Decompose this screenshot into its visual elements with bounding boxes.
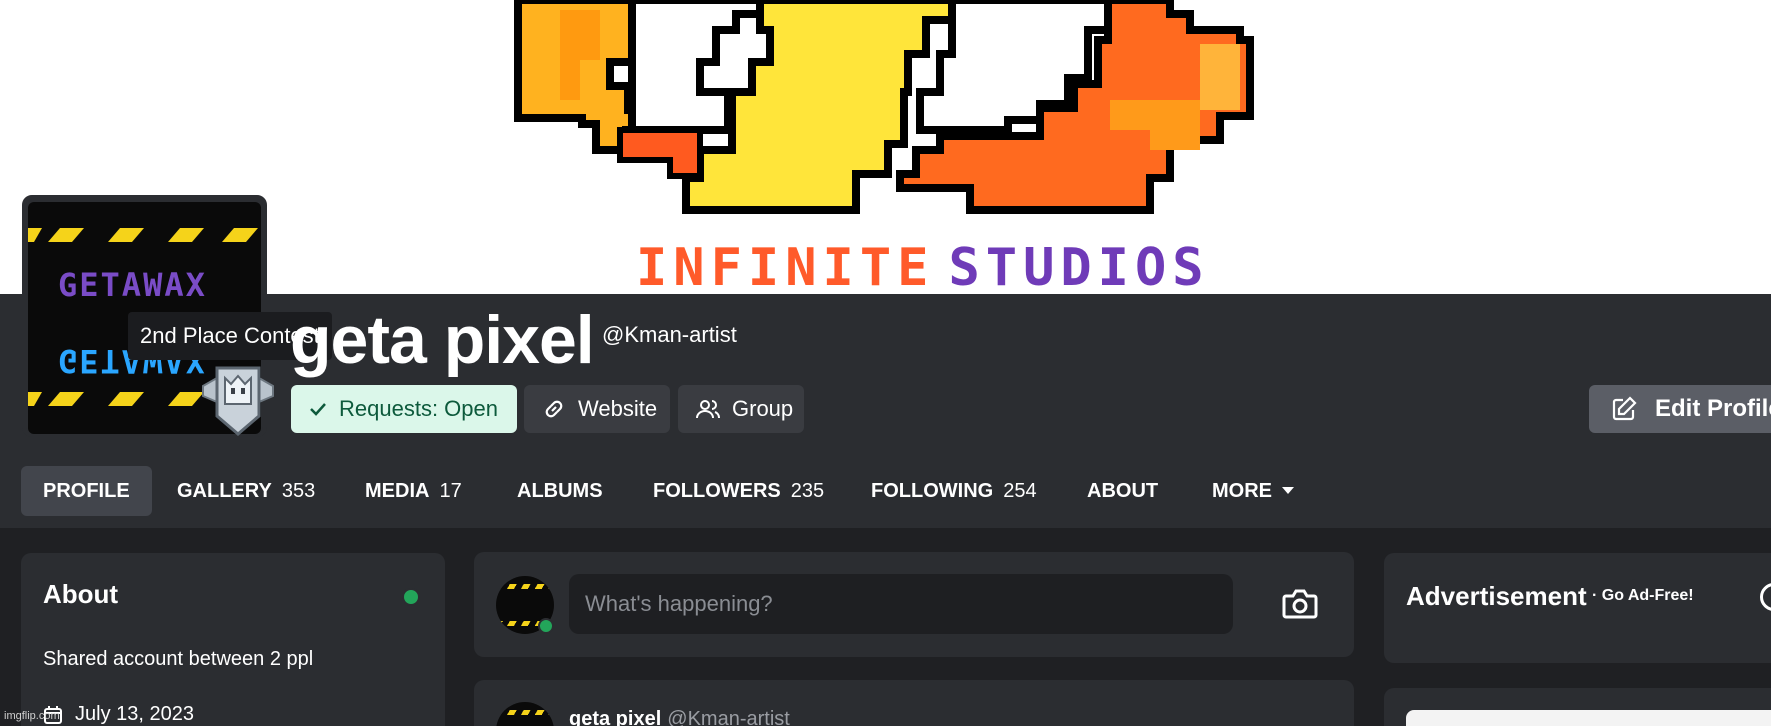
- advertisement-title: Advertisement: [1406, 581, 1587, 611]
- website-label: Website: [578, 396, 658, 421]
- tab-about[interactable]: ABOUT: [1065, 466, 1180, 516]
- about-bio: Shared account between 2 ppl: [43, 648, 314, 670]
- website-button[interactable]: Website: [524, 385, 670, 433]
- tab-label: GALLERY: [177, 480, 272, 502]
- banner-logo-text: INFINITE STUDIOS: [636, 238, 1210, 294]
- hazard-stripe-top: [28, 228, 258, 242]
- ad-slot[interactable]: [1406, 710, 1771, 726]
- avatar-text-top: GETAWAX: [58, 266, 207, 304]
- tab-followers[interactable]: FOLLOWERS 235: [631, 466, 846, 516]
- username[interactable]: @Kman-artist: [602, 322, 737, 348]
- edit-profile-label: Edit Profile: [1655, 395, 1771, 422]
- tab-count: 254: [1003, 480, 1037, 502]
- group-button[interactable]: Group: [678, 385, 804, 433]
- tab-label: PROFILE: [43, 480, 130, 502]
- requests-open-chip[interactable]: Requests: Open: [291, 385, 517, 433]
- link-icon: [545, 400, 563, 418]
- help-icon[interactable]: [1760, 583, 1771, 611]
- post-card: geta pixel @Kman-artist: [474, 680, 1354, 726]
- tab-label: ABOUT: [1087, 480, 1159, 502]
- join-date: July 13, 2023: [43, 703, 194, 726]
- ad-slot-card: [1384, 688, 1771, 726]
- users-icon: [696, 400, 720, 419]
- tab-count: 235: [790, 480, 825, 502]
- post-author[interactable]: geta pixel @Kman-artist: [569, 708, 790, 726]
- tab-media[interactable]: MEDIA 17: [343, 466, 484, 516]
- tab-label: MEDIA: [365, 480, 430, 502]
- tab-count: 17: [439, 480, 462, 502]
- chevron-down-icon: [1282, 486, 1294, 494]
- whats-happening-input[interactable]: [569, 574, 1233, 634]
- banner-word-infinite: INFINITE: [636, 238, 935, 294]
- tab-label: ALBUMS: [517, 480, 603, 502]
- watermark: imgflip.com: [4, 710, 60, 722]
- tab-label: FOLLOWERS: [653, 480, 781, 502]
- post-author-name: geta pixel: [569, 708, 662, 726]
- tab-gallery[interactable]: GALLERY 353: [155, 466, 337, 516]
- online-status-icon: [402, 588, 420, 606]
- tab-albums[interactable]: ALBUMS: [495, 466, 625, 516]
- group-label: Group: [732, 396, 794, 421]
- edit-icon: [1612, 396, 1637, 421]
- join-date-text: July 13, 2023: [75, 703, 194, 725]
- post-author-handle: @Kman-artist: [667, 708, 790, 726]
- display-name: geta pixel: [290, 302, 595, 378]
- profile-tabs: PROFILE GALLERY 353 MEDIA 17 ALBUMS FOLLOW…: [0, 460, 1771, 528]
- tab-following[interactable]: FOLLOWING 254: [849, 466, 1059, 516]
- tab-label: MORE: [1212, 480, 1272, 502]
- composer-online-icon: [538, 618, 554, 634]
- tab-count: 353: [281, 480, 316, 502]
- about-card: About Shared account between 2 ppl July …: [21, 553, 445, 726]
- tab-label: FOLLOWING: [871, 480, 994, 502]
- about-title: About: [43, 579, 119, 609]
- go-ad-free-link[interactable]: · Go Ad-Free!: [1592, 587, 1694, 605]
- check-icon: [310, 403, 326, 416]
- post-composer: [474, 552, 1354, 657]
- profile-page: INFINITE STUDIOS GETAWAX GETAWAX 2nd Plac: [0, 0, 1771, 726]
- advertisement-card: Advertisement · Go Ad-Free!: [1384, 553, 1771, 663]
- trophy-badge-icon[interactable]: [195, 362, 281, 444]
- banner-word-studios: STUDIOS: [948, 238, 1210, 294]
- tab-more[interactable]: MORE: [1190, 466, 1316, 516]
- requests-label: Requests: Open: [339, 396, 498, 421]
- post-avatar[interactable]: [496, 702, 554, 726]
- tab-profile[interactable]: PROFILE: [21, 466, 152, 516]
- edit-profile-button[interactable]: Edit Profile: [1589, 385, 1771, 433]
- camera-icon[interactable]: [1282, 588, 1318, 620]
